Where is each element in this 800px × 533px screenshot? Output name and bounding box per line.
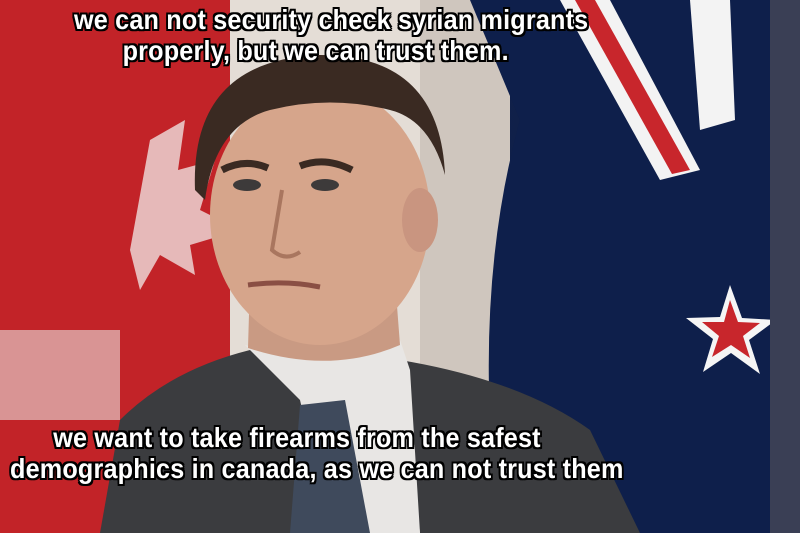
canada-flag-white-band bbox=[0, 330, 120, 420]
bottom-caption: we want to take firearms from the safest… bbox=[10, 422, 624, 485]
meme-image: we can not security check syrian migrant… bbox=[0, 0, 800, 533]
top-caption-line-1: we can not security check syrian migrant… bbox=[74, 4, 589, 35]
ear bbox=[402, 188, 438, 252]
bottom-caption-line-2: demographics in canada, as we can not tr… bbox=[10, 453, 624, 485]
bottom-caption-line-1: we want to take firearms from the safest bbox=[53, 422, 541, 453]
face bbox=[210, 85, 430, 345]
top-caption: we can not security check syrian migrant… bbox=[74, 4, 588, 67]
left-eye bbox=[233, 179, 261, 191]
right-eye bbox=[311, 179, 339, 191]
right-edge-wall bbox=[770, 0, 800, 533]
top-caption-line-2: properly, but we can trust them. bbox=[122, 35, 509, 67]
